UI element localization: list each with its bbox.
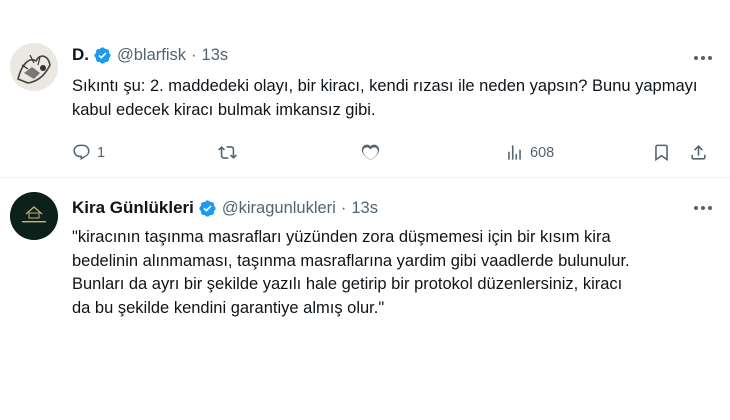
separator-dot: · (191, 45, 197, 64)
retweet-button[interactable] (218, 143, 237, 162)
retweet-icon (218, 146, 237, 159)
author-name[interactable]: D. (72, 45, 89, 65)
tweet-text: "kiracının taşınma masrafları yüzünden z… (72, 228, 630, 317)
tweet-actions: 1 608 (72, 143, 712, 165)
avatar[interactable] (10, 192, 58, 240)
like-button[interactable] (361, 143, 380, 162)
tweet-header: Kira Günlükleri @kiragunlukleri · 13s (72, 198, 378, 218)
author-name[interactable]: Kira Günlükleri (72, 198, 194, 218)
bookmark-icon (655, 144, 668, 162)
reply-icon (73, 144, 90, 161)
like-icon (361, 144, 380, 161)
reply-button[interactable]: 1 (72, 143, 105, 162)
more-icon[interactable] (694, 206, 712, 210)
tweet-header: D. @blarfisk · 13s (72, 45, 228, 65)
timestamp[interactable]: 13s (351, 199, 378, 218)
views-button[interactable]: 608 (505, 143, 554, 162)
views-icon (508, 145, 521, 160)
share-button[interactable] (689, 143, 708, 162)
timestamp[interactable]: 13s (202, 46, 229, 65)
more-icon[interactable] (694, 56, 712, 60)
verified-badge-icon (199, 199, 216, 217)
author-handle[interactable]: @kiragunlukleri (222, 199, 336, 218)
author-handle[interactable]: @blarfisk (117, 46, 186, 65)
verified-badge-icon (94, 46, 111, 64)
reply-count: 1 (97, 144, 106, 161)
view-count: 608 (530, 144, 555, 161)
avatar[interactable] (10, 43, 58, 91)
share-icon (691, 145, 706, 160)
tweet[interactable]: D. @blarfisk · 13s Sıkıntı şu: 2. madded… (0, 28, 730, 178)
separator-dot: · (340, 198, 347, 217)
tweet[interactable]: Kira Günlükleri @kiragunlukleri · 13s "k… (0, 180, 730, 342)
tweet-text: Sıkıntı şu: 2. maddedeki olayı, bir kira… (72, 77, 698, 119)
bookmark-button[interactable] (652, 143, 671, 162)
